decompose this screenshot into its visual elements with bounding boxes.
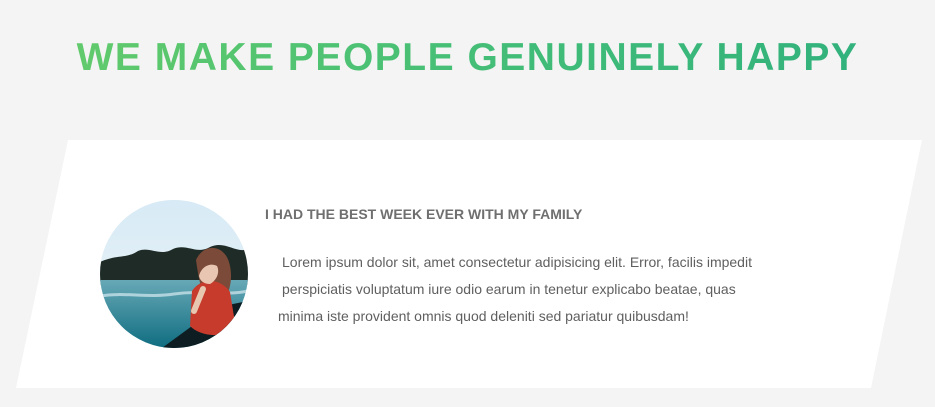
page: WE MAKE PEOPLE GENUINELY HAPPY I HAD THE… — [0, 0, 935, 407]
testimonial-line-2: perspiciatis voluptatum iure odio earum … — [282, 281, 736, 297]
avatar — [100, 200, 248, 348]
testimonial-line-1: Lorem ipsum dolor sit, amet consectetur … — [282, 254, 752, 270]
testimonial-line-3: minima iste provident omnis quod delenit… — [278, 308, 689, 324]
page-title: WE MAKE PEOPLE GENUINELY HAPPY — [0, 34, 935, 82]
person-avatar-icon — [100, 200, 248, 348]
testimonial-heading: I HAD THE BEST WEEK EVER WITH MY FAMILY — [265, 206, 583, 222]
